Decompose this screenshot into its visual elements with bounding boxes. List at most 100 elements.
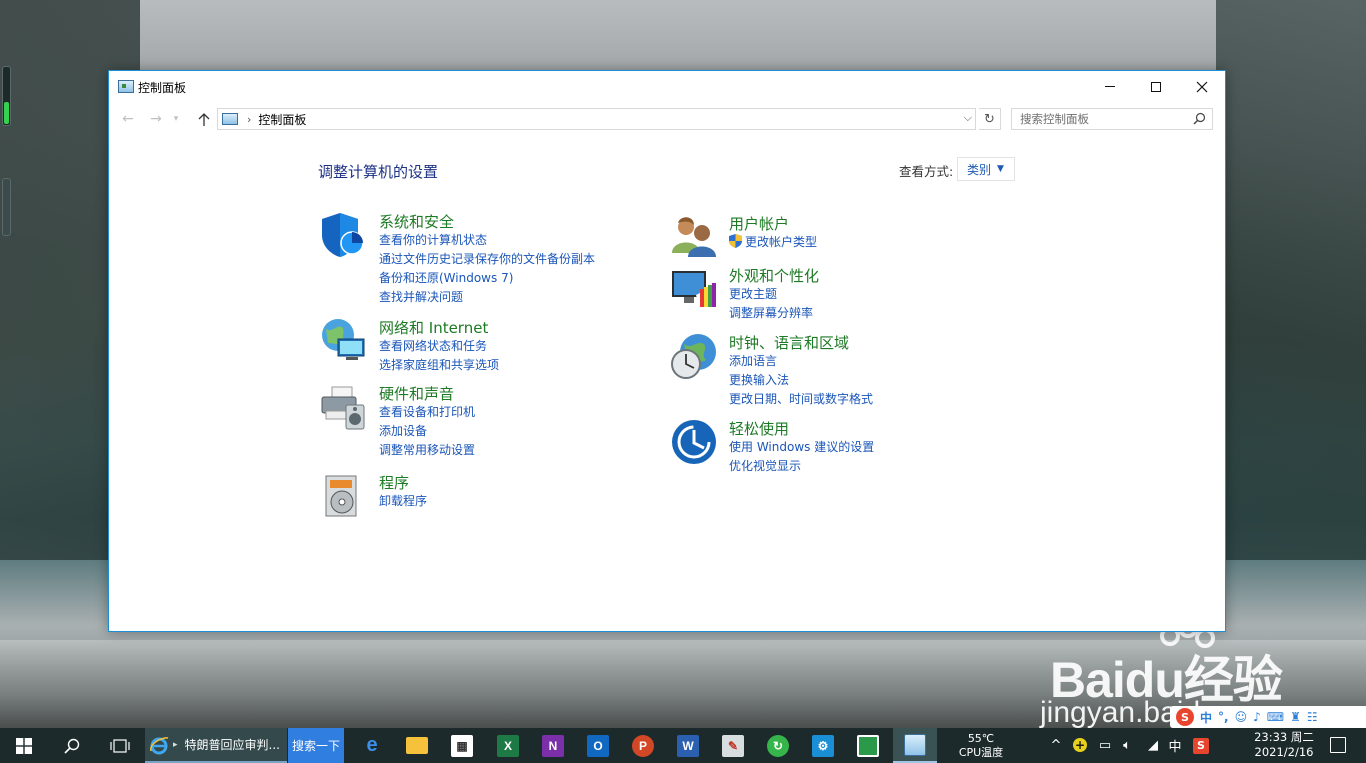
link-backup-restore[interactable]: 备份和还原(Windows 7) [379,269,595,288]
category-title[interactable]: 系统和安全 [379,211,454,232]
link-add-device[interactable]: 添加设备 [379,422,475,441]
category-title[interactable]: 硬件和声音 [379,383,454,404]
desktop-gadget-panel[interactable] [2,178,11,236]
ime-indicator[interactable]: 中 [1164,736,1186,755]
ime-toolbar[interactable]: S 中 °, ☺ ♪ ⌨ ♜ ☷ [1170,706,1366,728]
show-hidden-icons-chevron-icon[interactable]: ^ [1048,738,1064,753]
arrow-up-icon [198,112,210,126]
printer-speaker-icon[interactable] [320,383,368,431]
sogou-logo-icon[interactable]: S [1176,708,1194,726]
taskbar-refresh-app[interactable]: ↻ [758,728,798,763]
ime-voice-icon[interactable]: ♪ [1253,710,1261,724]
ease-of-access-icon[interactable] [670,418,718,466]
taskbar-ie-window[interactable]: ▸ 特朗普回应审判... [145,728,287,763]
view-by-dropdown[interactable]: 类别 ▼ [957,157,1015,181]
link-homegroup-sharing[interactable]: 选择家庭组和共享选项 [379,356,499,375]
search-input[interactable] [1012,109,1182,129]
ime-tools-icon[interactable]: ☷ [1307,710,1318,724]
link-date-time-format[interactable]: 更改日期、时间或数字格式 [729,390,873,409]
link-mobility-settings[interactable]: 调整常用移动设置 [379,441,475,460]
internet-explorer-icon [150,736,169,754]
users-icon[interactable] [670,213,718,261]
forward-button[interactable]: → [146,110,166,128]
programs-disc-icon[interactable] [320,472,368,520]
link-optimize-visual-display[interactable]: 优化视觉显示 [729,457,874,476]
task-view-button[interactable] [96,728,144,763]
search-box[interactable] [1011,108,1213,130]
category-title[interactable]: 时钟、语言和区域 [729,332,849,353]
search-icon[interactable] [1193,112,1206,125]
link-change-account-type[interactable]: 更改帐户类型 [729,233,817,252]
control-panel-icon [222,113,238,125]
notification-center-icon[interactable] [1330,737,1346,753]
taskbar-file-explorer[interactable] [397,728,437,763]
wifi-icon[interactable]: ◢ [1142,738,1164,753]
taskbar-powerpoint[interactable]: P [623,728,663,763]
category-programs: 程序 卸载程序 [320,472,640,522]
link-uninstall-program[interactable]: 卸载程序 [379,492,427,511]
windows-logo-icon [16,737,32,754]
paint-icon: ✎ [722,734,744,757]
baidu-search-button[interactable]: 搜索一下 [288,728,344,763]
taskbar-word[interactable]: W [668,728,708,763]
minimize-button[interactable] [1087,71,1133,102]
link-windows-recommended-settings[interactable]: 使用 Windows 建议的设置 [729,438,874,457]
title-bar[interactable]: 控制面板 [109,71,1225,102]
taskbar-excel[interactable]: X [488,728,528,763]
shield-icon[interactable] [320,211,368,259]
ime-punctuation-icon[interactable]: °, [1218,710,1229,724]
volume-icon[interactable]: 🔈︎ [1116,738,1138,753]
link-network-status[interactable]: 查看网络状态和任务 [379,337,499,356]
category-title[interactable]: 网络和 Internet [379,317,488,338]
window-title: 控制面板 [138,81,187,95]
recent-locations-button[interactable]: ▾ [170,110,182,128]
taskbar-settings[interactable]: ⚙ [803,728,843,763]
chevron-right-icon[interactable]: › [247,113,251,126]
link-screen-resolution[interactable]: 调整屏幕分辨率 [729,304,813,323]
breadcrumb-control-panel[interactable]: 控制面板 [258,111,306,128]
taskbar-paint[interactable]: ✎ [713,728,753,763]
taskbar-outlook[interactable]: O [578,728,618,763]
onenote-icon: N [542,734,564,757]
address-bar[interactable]: › 控制面板 ⌵ [217,108,976,130]
category-title[interactable]: 程序 [379,472,409,493]
category-title[interactable]: 轻松使用 [729,418,789,439]
sogou-tray-icon[interactable]: S [1190,737,1212,754]
taskbar-onenote[interactable]: N [533,728,573,763]
ime-skin-icon[interactable]: ♜ [1290,710,1301,724]
link-view-computer-status[interactable]: 查看你的计算机状态 [379,231,595,250]
cpu-temperature-widget[interactable]: 55℃ CPU温度 [950,728,1012,763]
close-button[interactable] [1179,71,1225,102]
link-change-theme[interactable]: 更改主题 [729,285,813,304]
category-title[interactable]: 外观和个性化 [729,265,819,286]
link-troubleshoot[interactable]: 查找并解决问题 [379,288,595,307]
link-devices-printers[interactable]: 查看设备和打印机 [379,403,475,422]
ime-keyboard-icon[interactable]: ⌨ [1267,710,1284,724]
category-title[interactable]: 用户帐户 [729,213,789,234]
battery-icon[interactable]: ▭ [1094,738,1116,753]
chevron-down-icon[interactable]: ⌵ [964,111,972,125]
taskbar-search-button[interactable] [48,728,96,763]
outlook-icon: O [587,734,609,757]
system-clock[interactable]: 23:33 周二 2021/2/16 [1250,730,1318,760]
file-explorer-icon [406,737,428,754]
link-file-history-backup[interactable]: 通过文件历史记录保存你的文件备份副本 [379,250,595,269]
up-button[interactable] [194,110,214,128]
back-button[interactable]: ← [118,110,138,128]
maximize-button[interactable] [1133,71,1179,102]
tray-app-plus-icon[interactable]: + [1070,738,1090,753]
link-change-input-method[interactable]: 更换输入法 [729,371,873,390]
network-globe-icon[interactable] [320,317,368,365]
taskbar-control-panel[interactable] [893,728,937,763]
ime-emoji-icon[interactable]: ☺ [1235,710,1248,724]
taskbar-edge[interactable]: e [352,728,392,763]
start-button[interactable] [0,728,48,763]
ime-mode-icon[interactable]: 中 [1200,709,1212,726]
desktop-gadget-meter[interactable] [2,66,11,126]
taskbar-store[interactable]: ▦ [442,728,482,763]
taskbar-project[interactable] [848,728,888,763]
monitor-palette-icon[interactable] [670,265,718,313]
link-add-language[interactable]: 添加语言 [729,352,873,371]
refresh-button[interactable]: ↻ [979,108,1001,130]
clock-globe-icon[interactable] [670,332,718,380]
